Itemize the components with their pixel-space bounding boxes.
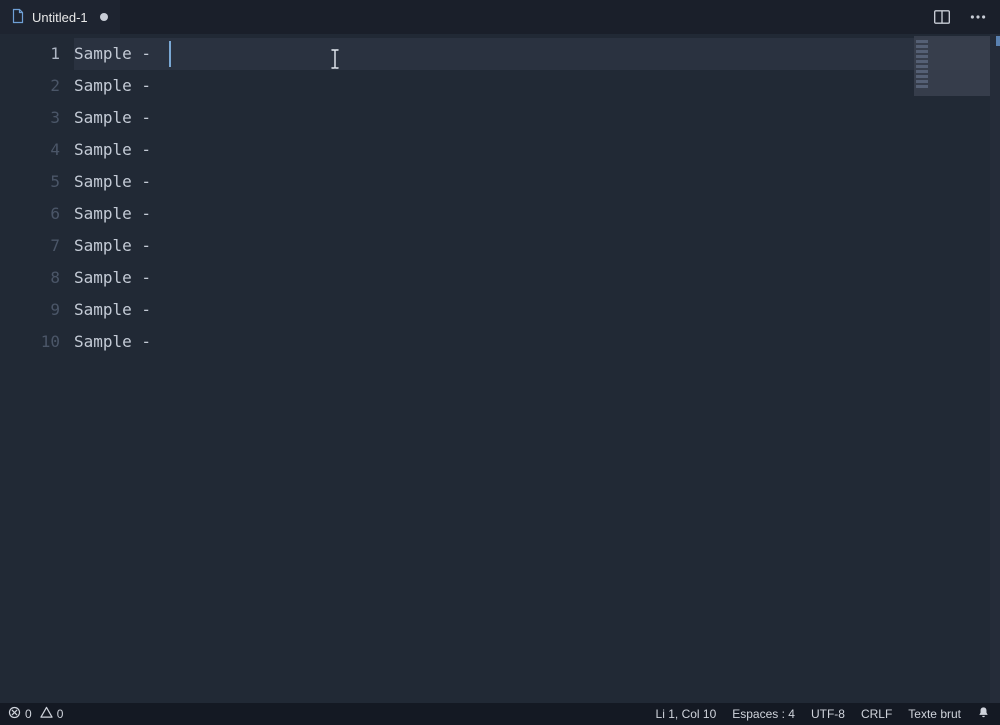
tab-untitled-1[interactable]: Untitled-1 bbox=[0, 0, 120, 34]
line-number: 8 bbox=[0, 262, 74, 294]
overview-mark bbox=[996, 36, 1000, 46]
status-right: Li 1, Col 10 Espaces : 4 UTF-8 CRLF Text… bbox=[654, 706, 992, 722]
indentation-button[interactable]: Espaces : 4 bbox=[730, 707, 797, 721]
code-line-text: Sample - bbox=[74, 204, 161, 223]
code-line-text: Sample - bbox=[74, 44, 161, 63]
language-label: Texte brut bbox=[908, 707, 961, 721]
line-number: 7 bbox=[0, 230, 74, 262]
line-number: 3 bbox=[0, 102, 74, 134]
notifications-button[interactable] bbox=[975, 706, 992, 722]
status-left: 0 0 bbox=[6, 706, 65, 722]
file-icon bbox=[10, 8, 26, 27]
code-line[interactable]: Sample - bbox=[74, 262, 1000, 294]
code-line-text: Sample - bbox=[74, 140, 161, 159]
code-line-text: Sample - bbox=[74, 76, 161, 95]
tab-bar-right bbox=[928, 0, 1000, 34]
code-line[interactable]: Sample - bbox=[74, 230, 1000, 262]
error-icon bbox=[8, 706, 21, 722]
eol-label: CRLF bbox=[861, 707, 892, 721]
problems-button[interactable]: 0 0 bbox=[6, 706, 65, 722]
line-number: 10 bbox=[0, 326, 74, 358]
code-line-text: Sample - bbox=[74, 332, 161, 351]
editor[interactable]: 12345678910 Sample - Sample - Sample - S… bbox=[0, 34, 1000, 703]
line-number: 1 bbox=[0, 38, 74, 70]
encoding-button[interactable]: UTF-8 bbox=[809, 707, 847, 721]
code-line[interactable]: Sample - bbox=[74, 326, 1000, 358]
overview-ruler[interactable] bbox=[990, 34, 1000, 703]
warning-count: 0 bbox=[57, 707, 64, 721]
code-line-text: Sample - bbox=[74, 108, 161, 127]
code-line[interactable]: Sample - bbox=[74, 102, 1000, 134]
code-line[interactable]: Sample - bbox=[74, 38, 1000, 70]
tab-title: Untitled-1 bbox=[32, 10, 88, 25]
status-bar: 0 0 Li 1, Col 10 Espaces : 4 UTF-8 CRLF … bbox=[0, 703, 1000, 725]
bell-icon bbox=[977, 706, 990, 722]
code-line[interactable]: Sample - bbox=[74, 166, 1000, 198]
line-number: 6 bbox=[0, 198, 74, 230]
code-line-text: Sample - bbox=[74, 236, 161, 255]
code-line-text: Sample - bbox=[74, 268, 161, 287]
eol-button[interactable]: CRLF bbox=[859, 707, 894, 721]
code-line-text: Sample - bbox=[74, 300, 161, 319]
error-count: 0 bbox=[25, 707, 32, 721]
code-line[interactable]: Sample - bbox=[74, 70, 1000, 102]
warning-icon bbox=[40, 706, 53, 722]
language-mode-button[interactable]: Texte brut bbox=[906, 707, 963, 721]
code-area[interactable]: Sample - Sample - Sample - Sample - Samp… bbox=[74, 34, 1000, 703]
line-number: 4 bbox=[0, 134, 74, 166]
cursor-position-button[interactable]: Li 1, Col 10 bbox=[654, 707, 719, 721]
tab-bar-left: Untitled-1 bbox=[0, 0, 120, 34]
encoding-label: UTF-8 bbox=[811, 707, 845, 721]
line-number: 2 bbox=[0, 70, 74, 102]
code-line-text: Sample - bbox=[74, 172, 161, 191]
more-actions-button[interactable] bbox=[964, 3, 992, 31]
cursor-position-label: Li 1, Col 10 bbox=[656, 707, 717, 721]
tab-bar: Untitled-1 bbox=[0, 0, 1000, 34]
split-editor-button[interactable] bbox=[928, 3, 956, 31]
line-number-gutter: 12345678910 bbox=[0, 34, 74, 703]
indentation-label: Espaces : 4 bbox=[732, 707, 795, 721]
code-line[interactable]: Sample - bbox=[74, 198, 1000, 230]
dirty-indicator-icon bbox=[100, 13, 108, 21]
line-number: 5 bbox=[0, 166, 74, 198]
code-line[interactable]: Sample - bbox=[74, 134, 1000, 166]
caret bbox=[169, 41, 171, 67]
line-number: 9 bbox=[0, 294, 74, 326]
code-line[interactable]: Sample - bbox=[74, 294, 1000, 326]
